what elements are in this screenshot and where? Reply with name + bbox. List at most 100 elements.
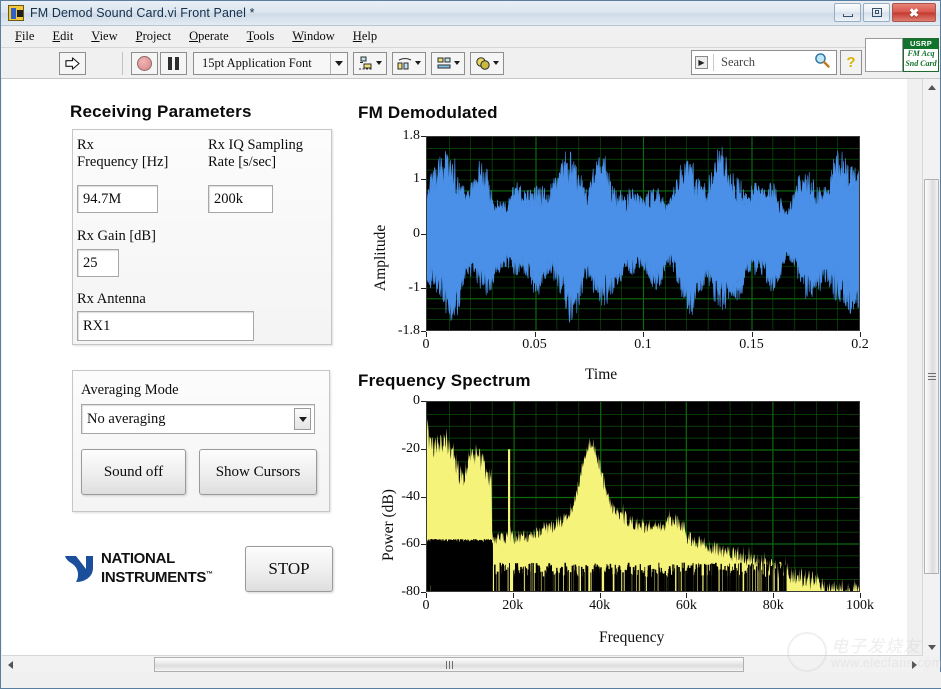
- horizontal-scrollbar[interactable]: [2, 655, 923, 672]
- scroll-left-button[interactable]: [2, 656, 19, 673]
- vi-icon-connector-pane[interactable]: USRP FM Acq Snd Card: [903, 38, 939, 72]
- y-tick-mark: [421, 497, 426, 498]
- sound-off-button[interactable]: Sound off: [81, 449, 186, 495]
- distribute-objects-button[interactable]: [392, 52, 426, 75]
- search-icon: [814, 52, 830, 73]
- status-bar: [2, 672, 941, 688]
- pause-button[interactable]: [160, 52, 187, 75]
- ni-line2: INSTRUMENTS: [101, 569, 206, 586]
- context-help-button[interactable]: ?: [840, 50, 862, 75]
- y-tick-mark: [421, 288, 426, 289]
- abort-execution-button[interactable]: [131, 52, 158, 75]
- horizontal-scroll-thumb[interactable]: [154, 657, 744, 672]
- rx-iq-rate-input[interactable]: 200k: [208, 185, 273, 213]
- y-tick-label: 1: [382, 171, 420, 187]
- distribute-objects-icon: [397, 56, 413, 71]
- scroll-up-button[interactable]: [923, 79, 940, 96]
- window-controls: ✖: [834, 3, 936, 22]
- font-selector-dropdown[interactable]: [330, 53, 347, 74]
- labview-vi-icon: [8, 5, 24, 21]
- run-arrow-icon: [65, 56, 80, 71]
- rx-antenna-label: Rx Antenna: [77, 291, 217, 308]
- vi-icon-blank[interactable]: [865, 38, 903, 72]
- vi-icon-line1: FM Acq: [904, 49, 938, 59]
- menu-item-operate[interactable]: Operate: [189, 29, 229, 44]
- search-box[interactable]: ▶: [691, 50, 837, 75]
- scroll-down-button[interactable]: [923, 639, 940, 656]
- x-tick-mark: [513, 593, 514, 598]
- averaging-mode-label: Averaging Mode: [81, 382, 179, 399]
- menu-item-project[interactable]: Project: [136, 29, 171, 44]
- rx-frequency-input[interactable]: 94.7M: [77, 185, 158, 213]
- restore-button[interactable]: [863, 3, 890, 22]
- close-icon: ✖: [909, 6, 919, 20]
- y-tick-mark: [421, 136, 426, 137]
- fm-demodulated-title: FM Demodulated: [358, 103, 498, 123]
- stop-button[interactable]: STOP: [245, 546, 333, 592]
- x-tick-label: 0.15: [734, 337, 770, 353]
- y-tick-mark: [421, 179, 426, 180]
- restore-icon: [872, 8, 882, 17]
- abort-execution-icon: [137, 56, 152, 71]
- x-tick-label: 20k: [491, 598, 535, 614]
- window-titlebar: FM Demod Sound Card.vi Front Panel * ✖: [1, 1, 940, 26]
- frequency-spectrum-canvas: [427, 402, 859, 591]
- vertical-scroll-thumb[interactable]: [924, 179, 939, 574]
- menu-item-view[interactable]: View: [91, 29, 117, 44]
- window-title: FM Demod Sound Card.vi Front Panel *: [30, 6, 255, 20]
- x-tick-label: 0: [408, 337, 444, 353]
- x-tick-label: 0.1: [625, 337, 661, 353]
- pause-icon: [167, 56, 181, 70]
- averaging-mode-select[interactable]: No averaging: [81, 404, 315, 434]
- menu-item-window[interactable]: Window: [292, 29, 335, 44]
- reorder-objects-button[interactable]: [470, 52, 504, 75]
- menu-item-tools[interactable]: Tools: [247, 29, 275, 44]
- rx-antenna-input[interactable]: RX1: [77, 311, 254, 341]
- menu-bar: File Edit View Project Operate Tools Win…: [1, 26, 940, 48]
- rx-gain-input[interactable]: 25: [77, 249, 119, 277]
- x-tick-mark: [752, 332, 753, 337]
- search-input[interactable]: [719, 54, 804, 71]
- font-selector[interactable]: 15pt Application Font: [193, 52, 348, 75]
- labview-front-panel-window: FM Demod Sound Card.vi Front Panel * ✖ F…: [0, 0, 941, 689]
- front-panel-canvas: Receiving Parameters Rx Frequency [Hz] 9…: [2, 79, 907, 656]
- x-tick-mark: [535, 332, 536, 337]
- rx-iq-rate-label: Rx IQ Sampling Rate [s/sec]: [208, 137, 343, 171]
- x-tick-mark: [686, 593, 687, 598]
- x-tick-mark: [860, 593, 861, 598]
- minimize-button[interactable]: [834, 3, 861, 22]
- chevron-down-icon[interactable]: [294, 408, 311, 430]
- reorder-objects-icon: [475, 56, 491, 71]
- y-tick-label: -20: [382, 441, 420, 457]
- fm-demodulated-plot[interactable]: [426, 136, 860, 331]
- close-button[interactable]: ✖: [892, 3, 936, 22]
- align-objects-icon: [358, 56, 374, 71]
- toolbar-separator: [122, 52, 123, 75]
- national-instruments-logo: NATIONAL INSTRUMENTS™: [62, 546, 222, 590]
- align-objects-button[interactable]: [353, 52, 387, 75]
- y-tick-mark: [421, 401, 426, 402]
- x-tick-label: 100k: [838, 598, 882, 614]
- vertical-scrollbar[interactable]: [922, 79, 939, 656]
- frequency-spectrum-plot[interactable]: [426, 401, 860, 592]
- run-button[interactable]: [59, 52, 86, 75]
- ni-tm: ™: [206, 571, 213, 578]
- search-pin-icon[interactable]: ▶: [695, 56, 708, 69]
- resize-objects-button[interactable]: [431, 52, 465, 75]
- context-help-icon: ?: [846, 54, 855, 71]
- x-tick-label: 60k: [664, 598, 708, 614]
- scroll-right-button[interactable]: [906, 656, 923, 673]
- x-tick-label: 80k: [751, 598, 795, 614]
- menu-item-edit[interactable]: Edit: [52, 29, 73, 44]
- font-selector-label: 15pt Application Font: [194, 56, 320, 71]
- vi-icon-header: USRP: [904, 39, 938, 49]
- x-tick-label: 40k: [578, 598, 622, 614]
- show-cursors-button[interactable]: Show Cursors: [199, 449, 317, 495]
- y-tick-mark: [421, 544, 426, 545]
- y-tick-mark: [421, 449, 426, 450]
- menu-item-help[interactable]: Help: [353, 29, 377, 44]
- x-tick-label: 0: [404, 598, 448, 614]
- y-tick-label: 0: [382, 393, 420, 409]
- x-tick-mark: [643, 332, 644, 337]
- menu-item-file[interactable]: File: [15, 29, 34, 44]
